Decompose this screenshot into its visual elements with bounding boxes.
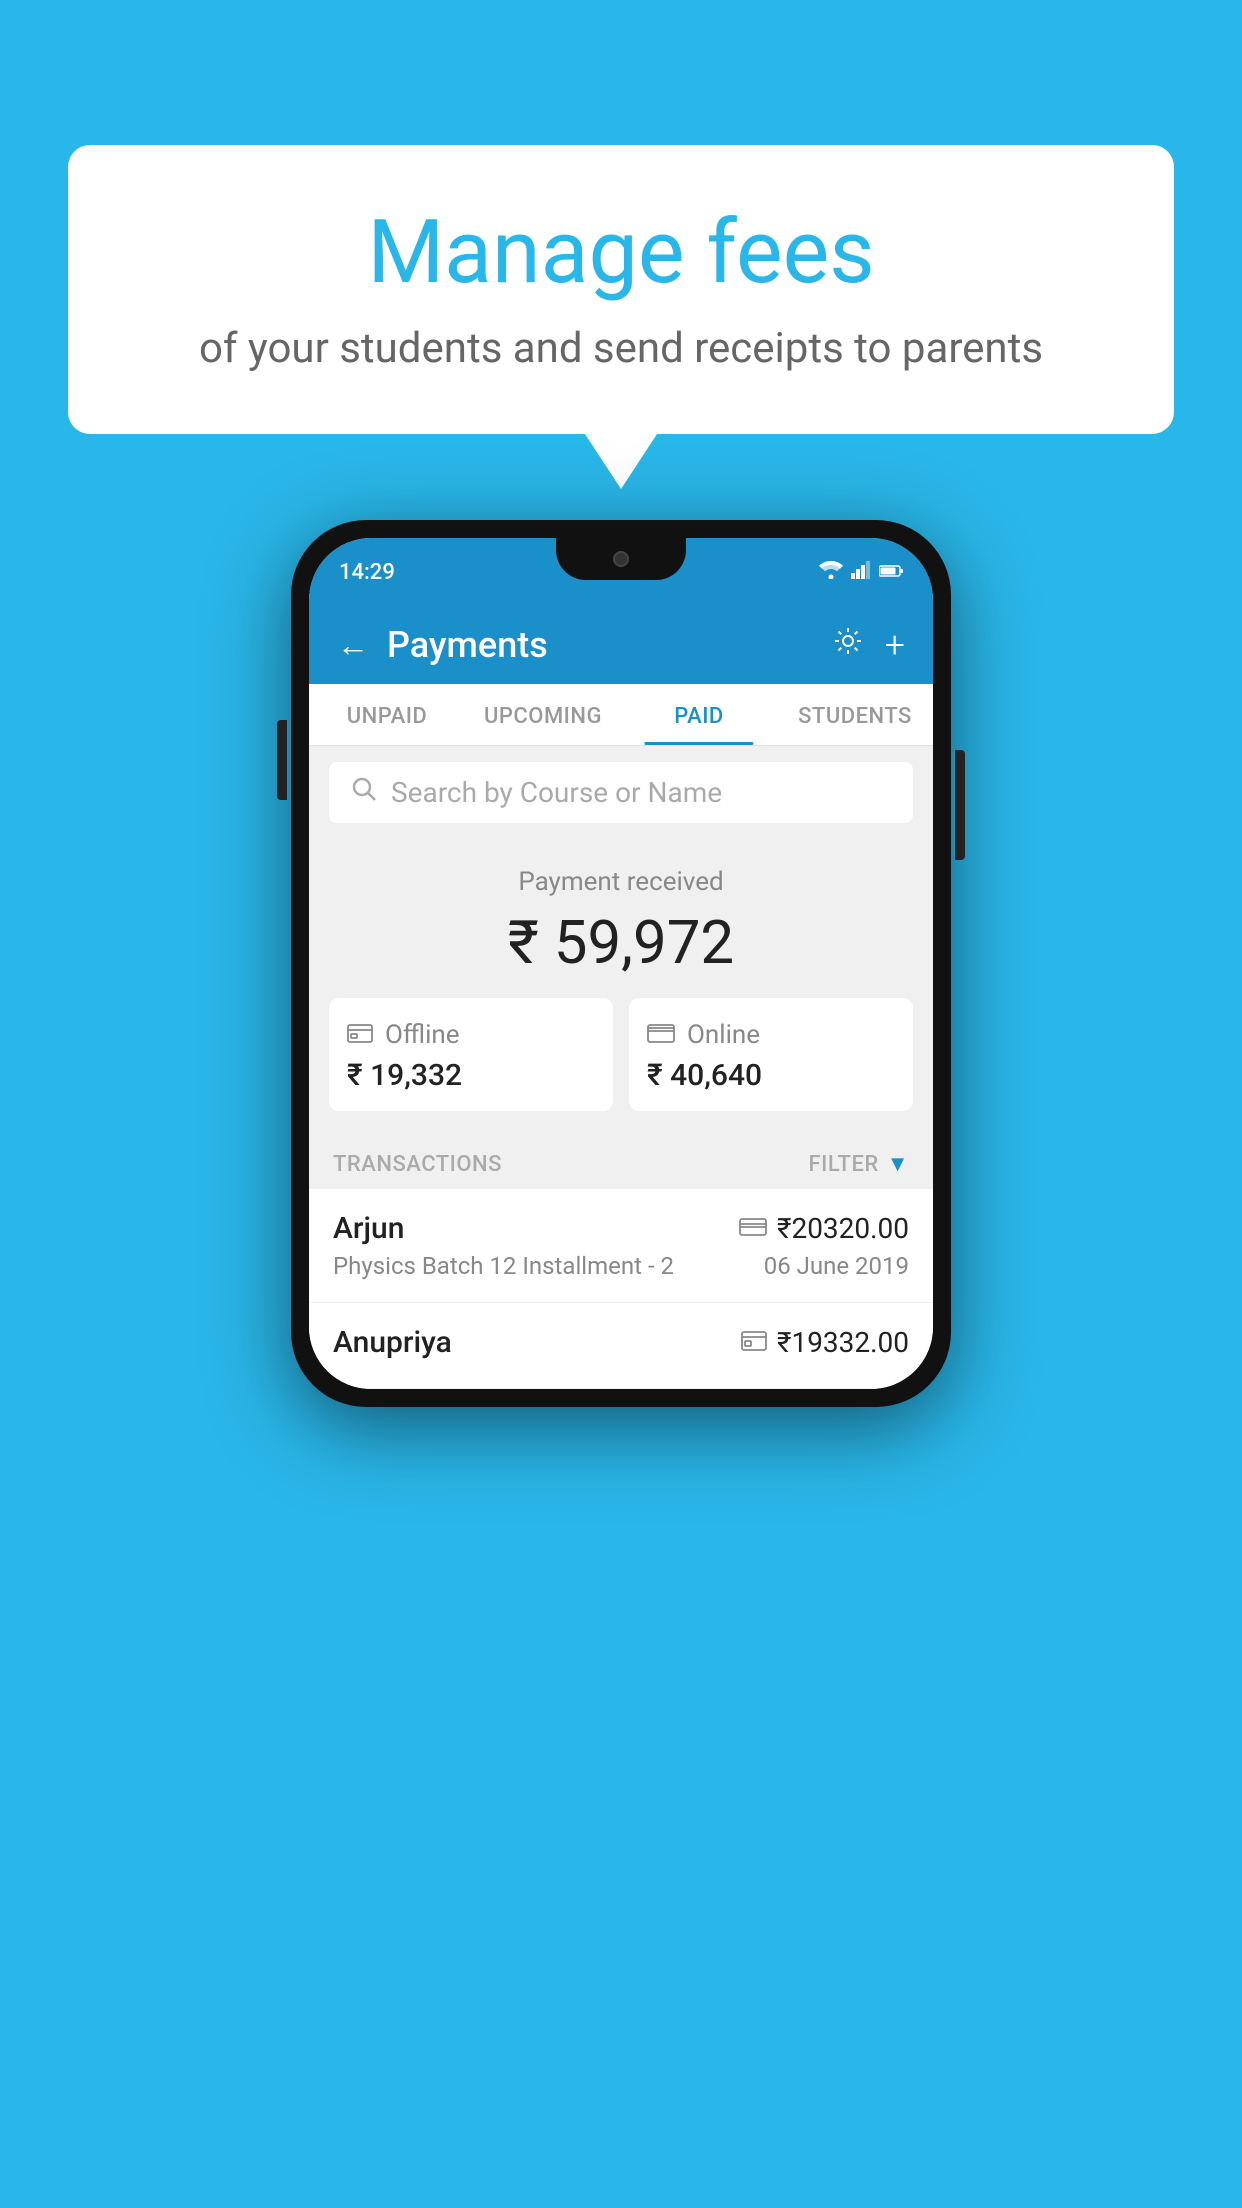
status-time: 14:29 (339, 560, 395, 585)
back-button[interactable]: ← (337, 626, 369, 664)
phone-device: 14:29 (291, 520, 951, 1407)
status-icons (819, 561, 903, 583)
payment-cards: Offline ₹ 19,332 (329, 998, 913, 1111)
speech-bubble: Manage fees of your students and send re… (68, 145, 1174, 434)
table-row[interactable]: Arjun ₹20320.00 (309, 1189, 933, 1303)
online-payment-card: Online ₹ 40,640 (629, 998, 913, 1111)
tab-unpaid[interactable]: UNPAID (309, 684, 465, 745)
tabs-bar: UNPAID UPCOMING PAID STUDENTS (309, 684, 933, 746)
phone-screen: 14:29 (309, 538, 933, 1389)
payment-summary: Payment received ₹ 59,972 (309, 839, 933, 1135)
wifi-icon (819, 561, 843, 583)
transaction-course: Physics Batch 12 Installment - 2 (333, 1252, 674, 1280)
tab-students[interactable]: STUDENTS (777, 684, 933, 745)
speech-bubble-wrapper: Manage fees of your students and send re… (68, 145, 1174, 434)
transaction-date: 06 June 2019 (764, 1252, 909, 1280)
transaction-name: Arjun (333, 1211, 404, 1246)
battery-icon (879, 563, 903, 582)
tab-paid[interactable]: PAID (621, 684, 777, 745)
offline-label: Offline (385, 1020, 460, 1050)
table-row[interactable]: Anupriya ₹19332.00 (309, 1303, 933, 1389)
notch-cutout (556, 538, 686, 580)
settings-icon[interactable] (833, 626, 863, 664)
offline-payment-card: Offline ₹ 19,332 (329, 998, 613, 1111)
transaction-row1: Arjun ₹20320.00 (333, 1211, 909, 1246)
signal-icon (851, 561, 871, 583)
transaction-amount-wrap: ₹19332.00 (741, 1326, 909, 1359)
header-right: + (833, 624, 905, 666)
transaction-row2: Physics Batch 12 Installment - 2 06 June… (333, 1252, 909, 1280)
transaction-amount: ₹19332.00 (777, 1326, 909, 1359)
filter-label: FILTER (808, 1152, 878, 1177)
filter-button[interactable]: FILTER ▼ (808, 1151, 909, 1177)
header-left: ← Payments (337, 624, 548, 666)
transaction-name: Anupriya (333, 1325, 452, 1360)
tab-upcoming[interactable]: UPCOMING (465, 684, 621, 745)
manage-fees-title: Manage fees (108, 205, 1134, 302)
manage-fees-subtitle: of your students and send receipts to pa… (108, 320, 1134, 379)
payment-total-amount: ₹ 59,972 (329, 907, 913, 978)
search-bar[interactable]: Search by Course or Name (329, 762, 913, 823)
transaction-amount: ₹20320.00 (777, 1212, 909, 1245)
search-input[interactable]: Search by Course or Name (391, 776, 722, 809)
transactions-header: TRANSACTIONS FILTER ▼ (309, 1135, 933, 1189)
offline-amount: ₹ 19,332 (347, 1058, 595, 1093)
page-title: Payments (387, 624, 548, 666)
add-button[interactable]: + (885, 624, 905, 666)
search-icon (351, 776, 377, 809)
offline-icon (347, 1020, 373, 1050)
filter-icon: ▼ (887, 1151, 909, 1177)
online-label: Online (687, 1020, 760, 1050)
online-icon (647, 1020, 675, 1050)
search-container: Search by Course or Name (309, 746, 933, 839)
payment-received-label: Payment received (329, 867, 913, 897)
app-header: ← Payments + (309, 606, 933, 684)
camera-dot (613, 551, 629, 567)
transaction-amount-wrap: ₹20320.00 (739, 1212, 909, 1245)
transactions-label: TRANSACTIONS (333, 1152, 502, 1177)
offline-card-header: Offline (347, 1020, 595, 1050)
card-payment-icon (739, 1217, 767, 1241)
online-card-header: Online (647, 1020, 895, 1050)
online-amount: ₹ 40,640 (647, 1058, 895, 1093)
transactions-list: Arjun ₹20320.00 (309, 1189, 933, 1389)
phone-frame: 14:29 (291, 520, 951, 1407)
cash-payment-icon (741, 1330, 767, 1356)
status-bar: 14:29 (309, 538, 933, 606)
transaction-row1: Anupriya ₹19332.00 (333, 1325, 909, 1360)
